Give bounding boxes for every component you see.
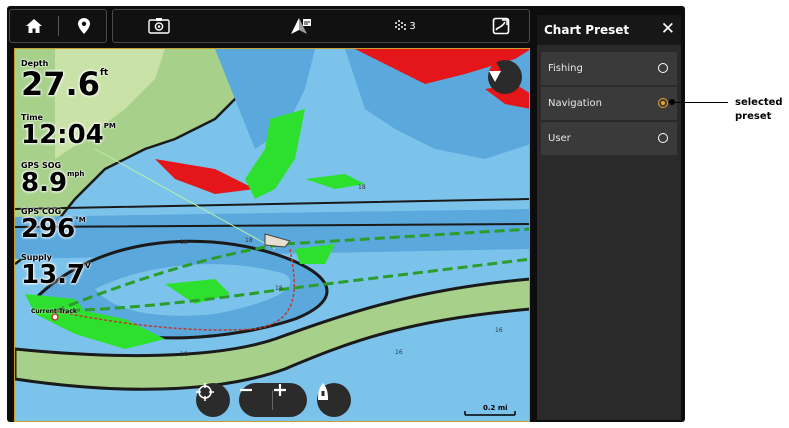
- chart-card-button[interactable]: [483, 10, 519, 42]
- datapoint-value: 12:04: [21, 120, 104, 150]
- minus-icon: [240, 388, 252, 392]
- datapoint-gps-sog: GPS SOG 8.9mph: [21, 161, 84, 196]
- datapoint-value: 13.7: [21, 260, 86, 290]
- depth-label: 18: [245, 237, 253, 244]
- zoom-in-button[interactable]: [273, 383, 307, 417]
- home-button[interactable]: [18, 10, 50, 42]
- datapoint-value: 296: [21, 214, 76, 244]
- zoom-out-button[interactable]: [239, 383, 273, 417]
- callout-text: selected preset: [735, 96, 783, 124]
- depth-label: 18: [275, 285, 283, 292]
- datapoint-gps-cog: GPS COG 296°M: [21, 207, 86, 242]
- preset-option-label: Navigation: [548, 98, 602, 109]
- callout-line2: preset: [735, 111, 772, 122]
- current-track-label: Current Track: [31, 308, 77, 315]
- cursor-button[interactable]: [196, 383, 230, 417]
- panel-header: Chart Preset ✕: [537, 15, 681, 45]
- chart-nav-icon: [291, 18, 311, 34]
- depth-label: 18: [180, 351, 188, 358]
- datapoint-value: 8.9: [21, 168, 68, 198]
- datapoint-value: 27.6: [21, 65, 100, 103]
- panel-title: Chart Preset: [544, 23, 630, 37]
- chart-view-button[interactable]: [283, 10, 319, 42]
- datapoint-supply: Supply 13.7V: [21, 253, 91, 288]
- chart-map[interactable]: Depth 27.6ft Time 12:04PM GPS SOG 8.9mph…: [14, 48, 530, 422]
- compass-icon: [489, 60, 501, 82]
- datapoint-unit: V: [85, 262, 91, 270]
- radio-selected-icon[interactable]: [658, 98, 668, 108]
- datapoint-unit: mph: [67, 170, 85, 178]
- chart-card-icon: [492, 17, 510, 35]
- sensor-satellites-icon: [395, 20, 407, 30]
- preset-option-label: User: [548, 133, 571, 144]
- callout-line1: selected: [735, 97, 783, 108]
- radio-icon[interactable]: [658, 133, 668, 143]
- crosshair-icon: [196, 383, 214, 401]
- preset-option-user[interactable]: User: [541, 122, 677, 155]
- waypoint-pin-icon: [78, 18, 90, 34]
- datapoint-time: Time 12:04PM: [21, 113, 116, 148]
- boat-icon: [318, 383, 328, 400]
- toolbar-divider: [58, 16, 59, 36]
- vessel-center-button[interactable]: [317, 383, 351, 417]
- compass-button[interactable]: [488, 60, 522, 94]
- plus-icon: [274, 384, 286, 396]
- datapoint-unit: PM: [103, 122, 116, 130]
- chart-preset-panel: Chart Preset ✕ Fishing Navigation User: [537, 15, 681, 420]
- depth-label: 16: [495, 327, 503, 334]
- sonar-view-button[interactable]: [141, 10, 177, 42]
- gps-status-button[interactable]: 3: [385, 10, 425, 42]
- top-toolbar: 3: [9, 9, 530, 43]
- satellite-count: 3: [409, 20, 416, 32]
- home-icon: [26, 19, 42, 33]
- close-icon[interactable]: ✕: [661, 19, 675, 39]
- callout-line: [672, 102, 728, 103]
- toolbar-right-group: 3: [112, 9, 530, 43]
- waypoint-button[interactable]: [68, 10, 100, 42]
- depth-label: 16: [395, 349, 403, 356]
- datapoint-depth: Depth 27.6ft: [21, 59, 108, 100]
- zoom-control: [239, 383, 307, 417]
- toolbar-left-group: [9, 9, 107, 43]
- sonar-icon: [148, 18, 170, 34]
- depth-label: 18: [180, 239, 188, 246]
- chart-map-graphic: [15, 49, 529, 421]
- preset-option-fishing[interactable]: Fishing: [541, 52, 677, 85]
- radio-icon[interactable]: [658, 63, 668, 73]
- scale-label: 0.2 mi: [483, 404, 508, 412]
- preset-option-label: Fishing: [548, 63, 583, 74]
- preset-option-navigation[interactable]: Navigation: [541, 87, 677, 120]
- depth-label: 18: [358, 184, 366, 191]
- datapoint-unit: ft: [99, 68, 109, 78]
- datapoint-unit: °M: [75, 216, 86, 224]
